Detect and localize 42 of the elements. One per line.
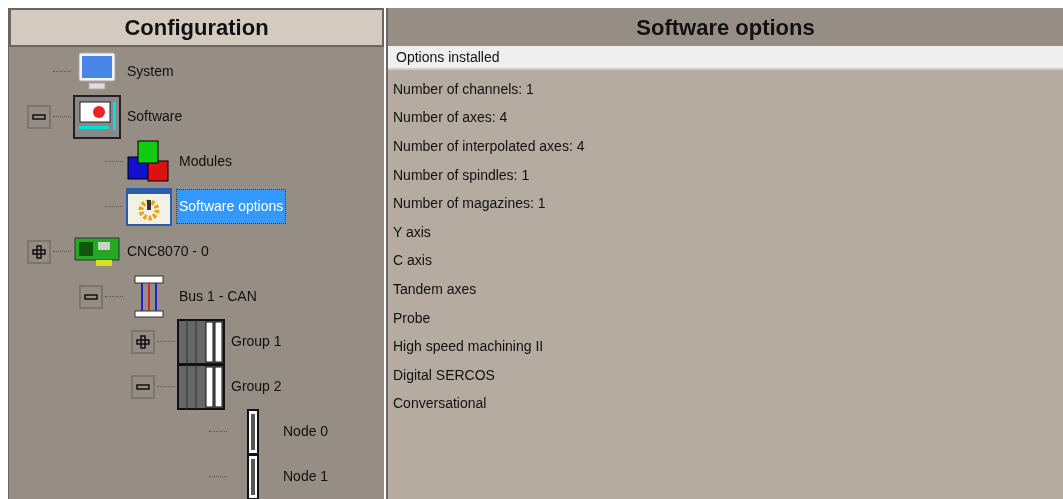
option-item: Digital SERCOS bbox=[393, 365, 496, 385]
tree-item[interactable]: Group 1 bbox=[229, 325, 284, 358]
tree-item[interactable]: Node 1 bbox=[281, 460, 331, 493]
tree-item[interactable]: System bbox=[125, 55, 176, 88]
circuit-board-icon bbox=[74, 236, 120, 267]
expand-toggle[interactable] bbox=[27, 239, 51, 264]
tree-item[interactable]: Software bbox=[125, 100, 185, 133]
tree-item[interactable]: Node 0 bbox=[281, 415, 331, 448]
option-item: Probe bbox=[393, 308, 432, 328]
option-item: Tandem axes bbox=[393, 279, 478, 299]
tree-item[interactable]: Group 2 bbox=[229, 370, 284, 403]
rack-icon bbox=[177, 318, 225, 365]
collapse-toggle[interactable] bbox=[131, 374, 155, 399]
option-item: Y axis bbox=[393, 222, 432, 242]
ribbon-cable-icon bbox=[132, 273, 166, 320]
collapse-toggle[interactable] bbox=[27, 104, 51, 129]
plus-icon bbox=[31, 243, 47, 260]
option-item: High speed machining II bbox=[393, 337, 545, 357]
cubes-icon bbox=[126, 138, 172, 185]
panel-title: Software options bbox=[388, 8, 1063, 46]
list-header: Options installed bbox=[388, 46, 1063, 70]
monitor-icon bbox=[76, 51, 118, 92]
panel-title: Configuration bbox=[9, 8, 384, 47]
option-item: Number of spindles: 1 bbox=[393, 165, 531, 185]
option-item: Conversational bbox=[393, 394, 488, 414]
tree-item[interactable]: Modules bbox=[177, 145, 234, 178]
rack-icon bbox=[177, 363, 225, 410]
option-item: Number of magazines: 1 bbox=[393, 194, 547, 214]
option-item: Number of axes: 4 bbox=[393, 108, 509, 128]
collapse-toggle[interactable] bbox=[79, 284, 103, 309]
option-item: Number of interpolated axes: 4 bbox=[393, 137, 586, 156]
module-icon bbox=[247, 408, 259, 455]
module-icon bbox=[247, 453, 259, 499]
plus-icon bbox=[135, 333, 151, 350]
option-item: Number of channels: 1 bbox=[393, 79, 535, 99]
tree-item[interactable]: CNC8070 - 0 bbox=[125, 235, 211, 268]
option-item: C axis bbox=[393, 251, 433, 271]
terminal-icon bbox=[73, 94, 121, 139]
tree-item[interactable]: Bus 1 - CAN bbox=[177, 280, 259, 313]
tree-item[interactable]: Software options bbox=[177, 190, 286, 223]
expand-toggle[interactable] bbox=[131, 329, 155, 354]
gear-window-icon bbox=[126, 187, 172, 226]
